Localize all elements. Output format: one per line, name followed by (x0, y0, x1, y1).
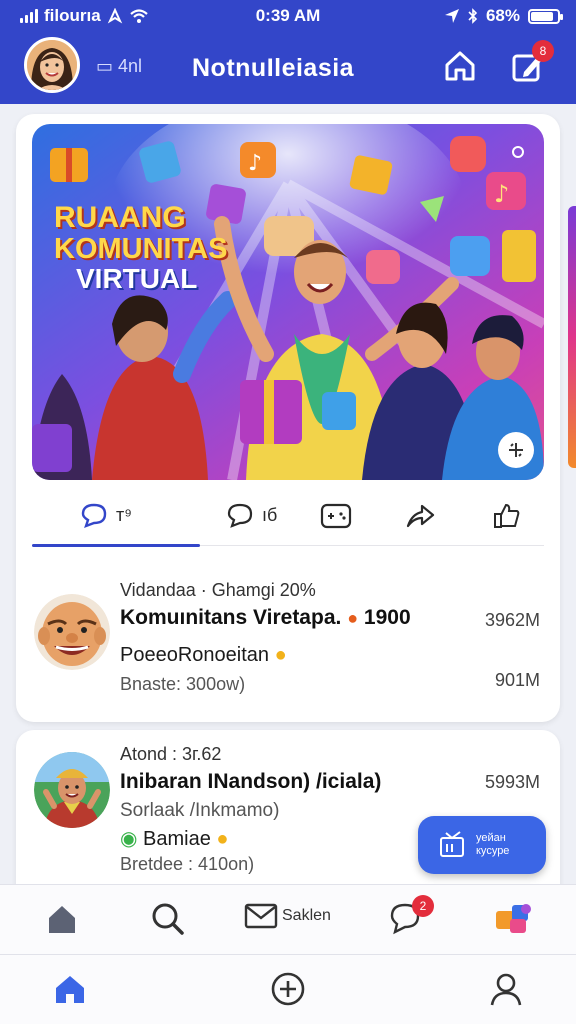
hero-banner[interactable]: ♪ ♪ RUAANG KOMUNITAS VIRTUAL (32, 124, 544, 480)
post-subtitle: Sorlaak /Inkmamo) (120, 800, 280, 821)
status-right: 68% (444, 6, 563, 26)
share-action[interactable] (404, 502, 436, 530)
post-footer: Bretdee : 410on) (120, 854, 255, 874)
post-subtitle-text: PoeeoRonoeitan (120, 644, 270, 666)
active-tab-indicator (32, 544, 200, 547)
emoji-icon: ● (274, 644, 287, 666)
header-sub-label: ▭ 4nl (96, 56, 143, 76)
mail-icon (244, 903, 278, 929)
post-side-value: 5993М (484, 772, 540, 792)
create-room-label: уейан кусуре (476, 832, 509, 857)
share-icon (406, 504, 435, 528)
create-room-label-line2: кусуре (476, 845, 510, 857)
hero-title-line2: KOMUNITAS (54, 232, 228, 265)
status-bar: filourıa 0:39 AM 68% (0, 0, 576, 32)
post-author-avatar[interactable] (34, 594, 110, 670)
post-author-avatar[interactable] (34, 752, 110, 828)
plus-circle-icon (271, 972, 305, 1006)
dot-icon: ◉ (120, 828, 138, 850)
next-card-peek[interactable] (568, 206, 576, 468)
hero-expand-button[interactable] (498, 432, 534, 468)
comment-icon (227, 503, 253, 528)
post-tag: ◉ Bamiae ● (120, 826, 228, 851)
post-title-count: 1900 (363, 606, 411, 629)
post-footer-value: 901М (494, 670, 540, 690)
board-icon (440, 831, 464, 857)
create-room-label-line1: уейан (476, 832, 506, 845)
like-action[interactable] (492, 502, 522, 530)
post-meta: Vidandaa · Ghamgi 20% (120, 580, 316, 600)
post-title: Inibaran INandson) /iciala) (120, 770, 382, 793)
nav-search[interactable] (150, 901, 186, 942)
hero-title-line1: RUAANG (54, 201, 186, 234)
post-subtitle: PoeeoRonoeitan ● (120, 644, 287, 667)
emoji-icon: ● (216, 828, 229, 850)
user-icon (490, 973, 522, 1006)
home-icon (445, 51, 475, 81)
top-app-bar: filourıa 0:39 AM 68% ▭ 4nl NotnuIleiasia… (0, 0, 576, 104)
hero-title: RUAANG KOMUNITAS VIRTUAL (54, 202, 227, 293)
notification-badge: 8 (532, 40, 554, 62)
home-icon (56, 976, 84, 1003)
location-arrow-icon (444, 9, 459, 23)
home-icon (49, 906, 75, 933)
svg-text:♪: ♪ (248, 151, 262, 176)
expand-icon (509, 443, 523, 457)
post-side-value: 3962М (484, 610, 540, 630)
post-action-bar: т⁹ ıб (32, 494, 544, 550)
bottom-tab-bar (0, 954, 576, 1024)
featured-post-card[interactable]: ♪ ♪ RUAANG KOMUNITAS VIRTUAL т⁹ ıб Vidan… (16, 114, 560, 722)
chat-icon (81, 503, 107, 528)
tab-create[interactable] (270, 971, 306, 1012)
profile-avatar[interactable] (24, 37, 80, 93)
comment-action[interactable]: т⁹ (80, 502, 132, 528)
battery-icon (528, 8, 563, 24)
post-meta: Atond : 3г.62 (120, 744, 222, 764)
post-footer: Bnaste: 300ow) (120, 674, 246, 694)
emoji-icon: ● (347, 608, 359, 628)
secondary-nav: Saklen 2 (0, 884, 576, 954)
reply-action[interactable]: ıб (226, 502, 277, 528)
like-icon (494, 503, 520, 528)
post-title: Komuınitans Viretapa. ● 1900 (120, 606, 411, 630)
app-header: ▭ 4nl NotnuIleiasia 8 (0, 34, 576, 100)
search-icon (152, 903, 184, 935)
bluetooth-icon (468, 8, 478, 24)
tab-profile[interactable] (488, 971, 524, 1012)
nav-inbox-label: Saklen (282, 907, 331, 924)
svg-text:♪: ♪ (494, 180, 509, 208)
nav-games[interactable] (494, 901, 534, 942)
comment-count: т⁹ (116, 504, 132, 525)
gamepad-icon (320, 503, 352, 529)
post-tag-text: Bamiae (143, 828, 211, 850)
hero-title-line3: VIRTUAL (76, 262, 198, 294)
battery-percent: 68% (485, 6, 520, 25)
tab-home[interactable] (52, 971, 88, 1012)
post-row[interactable]: Vidandaa · Ghamgi 20% Komuınitans Vireta… (16, 570, 560, 710)
create-room-button[interactable]: уейан кусуре (418, 816, 546, 874)
chat-badge: 2 (412, 895, 434, 917)
nav-inbox[interactable]: Saklen (244, 901, 331, 931)
home-button[interactable] (442, 48, 478, 84)
post-title-text: Komuınitans Viretapa. (120, 606, 342, 629)
hero-illustration: ♪ ♪ (32, 124, 544, 480)
compose-button[interactable]: 8 (510, 40, 554, 84)
game-action[interactable] (320, 502, 352, 530)
nav-chat[interactable]: 2 (388, 895, 434, 940)
nav-home-secondary[interactable] (44, 901, 80, 942)
puzzle-icon (496, 904, 531, 933)
app-title: NotnuIleiasia (192, 54, 355, 82)
reply-count: ıб (262, 504, 278, 525)
